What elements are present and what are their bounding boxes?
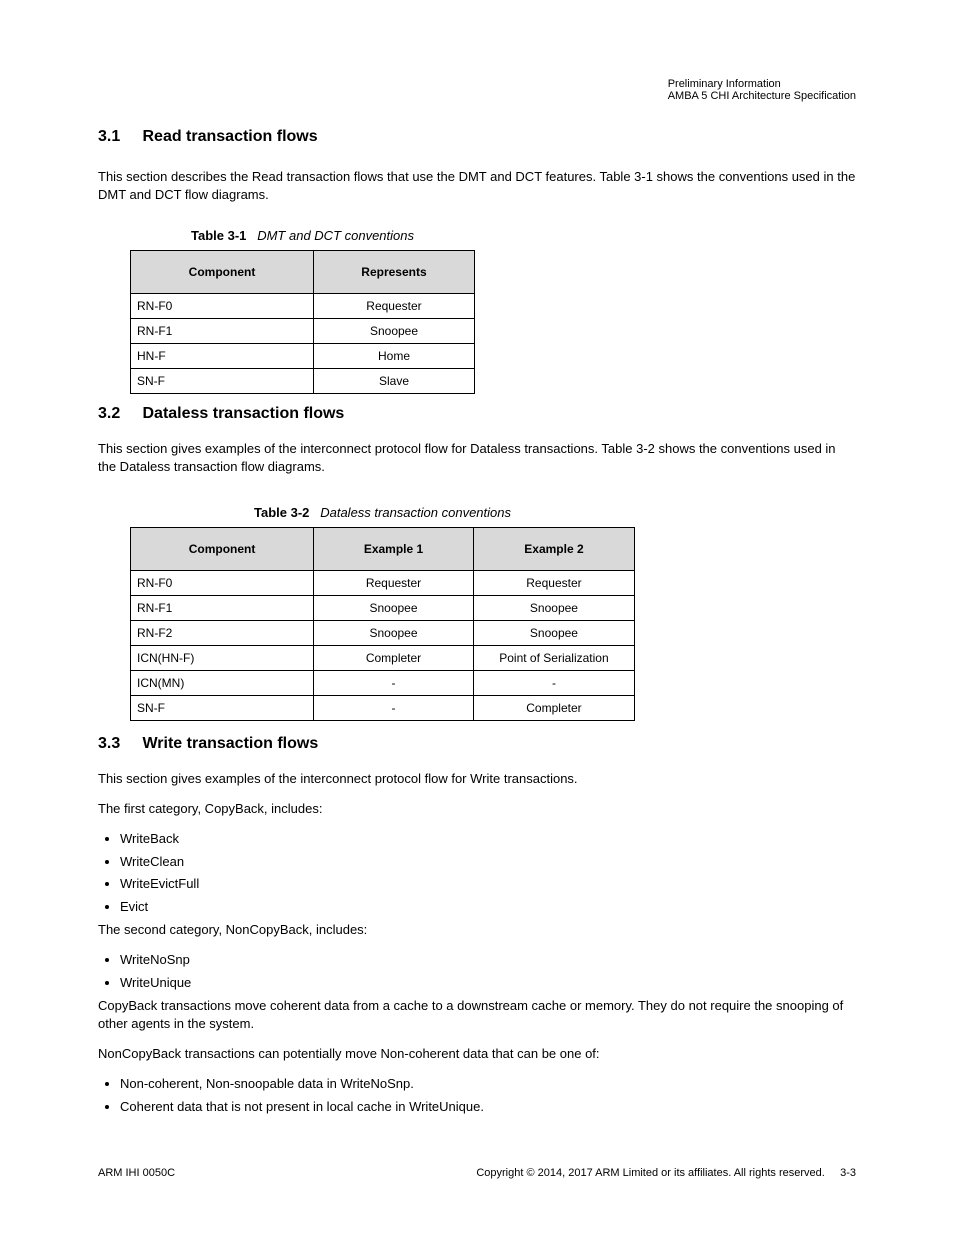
document-page: { "header": { "line1": "Preliminary Info…: [0, 0, 954, 1235]
table-2-header-1: Example 1: [314, 528, 474, 571]
table-row: RN-F2 Snoopee Snoopee: [131, 621, 635, 646]
header-line-2: AMBA 5 CHI Architecture Specification: [668, 90, 856, 102]
table-row: SN-F - Completer: [131, 696, 635, 721]
cell: Completer: [473, 696, 634, 721]
section-title: Read transaction flows: [142, 128, 317, 145]
cell: Snoopee: [314, 596, 474, 621]
bullet-list: WriteBack WriteClean WriteEvictFull Evic…: [120, 830, 856, 917]
table-1-caption: Table 3-1 DMT and DCT conventions: [130, 228, 475, 243]
section-3-3-body: This section gives examples of the inter…: [98, 770, 856, 1121]
footer-left: ARM IHI 0050C: [98, 1167, 175, 1179]
table-row: RN-F0 Requester Requester: [131, 571, 635, 596]
paragraph: This section gives examples of the inter…: [98, 770, 856, 789]
table-1-title: DMT and DCT conventions: [257, 228, 414, 243]
list-item: WriteUnique: [120, 974, 856, 993]
cell: SN-F: [131, 696, 314, 721]
cell: -: [314, 671, 474, 696]
table-2: Component Example 1 Example 2 RN-F0 Requ…: [130, 527, 635, 721]
cell: HN-F: [131, 344, 314, 369]
table-row: ICN(MN) - -: [131, 671, 635, 696]
list-item: WriteClean: [120, 853, 856, 872]
cell: -: [314, 696, 474, 721]
cell: Requester: [314, 571, 474, 596]
table-row: SN-F Slave: [131, 369, 475, 394]
section-number: 3.2: [98, 405, 120, 422]
cell: SN-F: [131, 369, 314, 394]
cell: RN-F0: [131, 571, 314, 596]
section-3-1-heading: 3.1 Read transaction flows: [98, 128, 318, 146]
cell: RN-F0: [131, 294, 314, 319]
table-2-header-0: Component: [131, 528, 314, 571]
header-line-1: Preliminary Information: [668, 78, 856, 90]
section-title: Dataless transaction flows: [142, 405, 344, 422]
list-item: WriteNoSnp: [120, 951, 856, 970]
cell: RN-F2: [131, 621, 314, 646]
table-row: RN-F1 Snoopee Snoopee: [131, 596, 635, 621]
cell: Snoopee: [313, 319, 474, 344]
table-row: ICN(HN-F) Completer Point of Serializati…: [131, 646, 635, 671]
section-title: Write transaction flows: [142, 735, 318, 752]
table-1: Component Represents RN-F0 Requester RN-…: [130, 250, 475, 394]
list-item: Coherent data that is not present in loc…: [120, 1098, 856, 1117]
table-row: HN-F Home: [131, 344, 475, 369]
list-item: Non-coherent, Non-snoopable data in Writ…: [120, 1075, 856, 1094]
list-item: Evict: [120, 898, 856, 917]
cell: -: [473, 671, 634, 696]
paragraph: CopyBack transactions move coherent data…: [98, 997, 856, 1035]
table-2-label: Table 3-2: [254, 505, 309, 520]
cell: Requester: [473, 571, 634, 596]
paragraph: The first category, CopyBack, includes:: [98, 800, 856, 819]
table-1-header-1: Represents: [313, 251, 474, 294]
cell: Snoopee: [473, 596, 634, 621]
cell: Slave: [313, 369, 474, 394]
table-1-label: Table 3-1: [191, 228, 246, 243]
footer-copyright: Copyright © 2014, 2017 ARM Limited or it…: [476, 1167, 824, 1179]
table-2-title: Dataless transaction conventions: [320, 505, 511, 520]
bullet-list: WriteNoSnp WriteUnique: [120, 951, 856, 993]
bullet-list: Non-coherent, Non-snoopable data in Writ…: [120, 1075, 856, 1117]
table-row: RN-F0 Requester: [131, 294, 475, 319]
cell: Completer: [314, 646, 474, 671]
cell: Point of Serialization: [473, 646, 634, 671]
section-3-2-intro: This section gives examples of the inter…: [98, 440, 856, 475]
section-number: 3.1: [98, 128, 120, 145]
cell: Requester: [313, 294, 474, 319]
table-row: RN-F1 Snoopee: [131, 319, 475, 344]
cell: RN-F1: [131, 319, 314, 344]
cell: ICN(MN): [131, 671, 314, 696]
list-item: WriteEvictFull: [120, 875, 856, 894]
cell: Snoopee: [314, 621, 474, 646]
cell: Home: [313, 344, 474, 369]
section-3-2-heading: 3.2 Dataless transaction flows: [98, 405, 344, 423]
section-number: 3.3: [98, 735, 120, 752]
cell: Snoopee: [473, 621, 634, 646]
table-1-header-0: Component: [131, 251, 314, 294]
paragraph: NonCopyBack transactions can potentially…: [98, 1045, 856, 1064]
cell: RN-F1: [131, 596, 314, 621]
table-2-header-2: Example 2: [473, 528, 634, 571]
section-3-1-intro: This section describes the Read transact…: [98, 168, 856, 203]
cell: ICN(HN-F): [131, 646, 314, 671]
footer-right: Copyright © 2014, 2017 ARM Limited or it…: [476, 1167, 856, 1179]
page-number: 3-3: [840, 1167, 856, 1179]
table-2-caption: Table 3-2 Dataless transaction conventio…: [130, 505, 635, 520]
list-item: WriteBack: [120, 830, 856, 849]
paragraph: The second category, NonCopyBack, includ…: [98, 921, 856, 940]
section-3-3-heading: 3.3 Write transaction flows: [98, 735, 318, 753]
running-header: Preliminary Information AMBA 5 CHI Archi…: [668, 78, 856, 102]
table-header-row: Component Example 1 Example 2: [131, 528, 635, 571]
page-footer: ARM IHI 0050C Copyright © 2014, 2017 ARM…: [98, 1167, 856, 1179]
table-header-row: Component Represents: [131, 251, 475, 294]
